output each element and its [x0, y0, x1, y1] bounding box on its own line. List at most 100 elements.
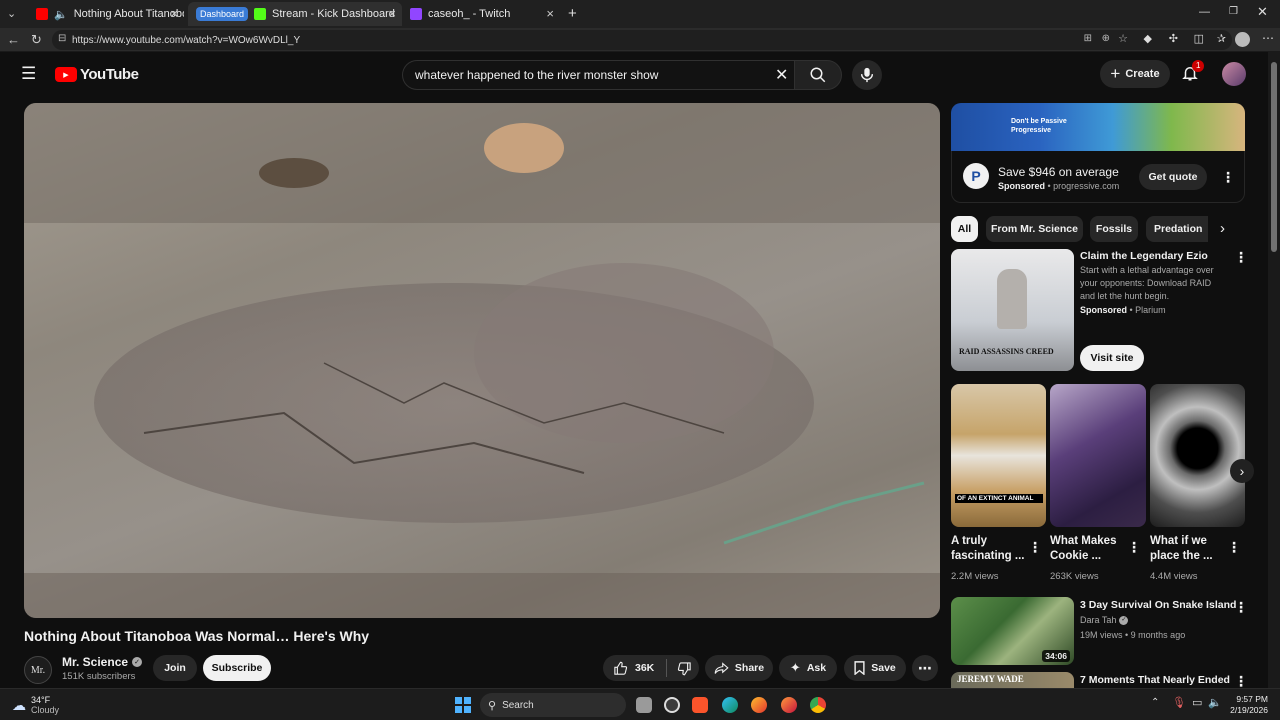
like-button[interactable]: 36K [613, 661, 654, 676]
clock[interactable]: 9:57 PM 2/19/2026 [1228, 694, 1268, 716]
sponsored-more-icon[interactable]: ⋮ [1234, 250, 1248, 264]
dislike-button[interactable] [677, 661, 692, 676]
scrollbar-thumb[interactable] [1271, 62, 1277, 252]
short-title[interactable]: What if we place the ... [1150, 534, 1222, 564]
short-title[interactable]: What Makes Cookie ... [1050, 534, 1124, 564]
recommended-more-icon[interactable]: ⋮ [1234, 600, 1248, 614]
edge-icon[interactable] [722, 697, 738, 713]
ad-headline[interactable]: Save $946 on average [998, 165, 1119, 179]
weather-widget[interactable]: ☁ 34°F Cloudy [12, 695, 59, 715]
firefox-private-icon[interactable] [781, 697, 797, 713]
short-thumbnail[interactable] [1050, 384, 1146, 527]
favorites-icon[interactable]: ✰ [1217, 32, 1226, 45]
tab-twitch[interactable]: caseoh_ - Twitch × [402, 2, 560, 26]
search-button[interactable] [794, 60, 842, 90]
recommended-title[interactable]: 3 Day Survival On Snake Island [1080, 598, 1236, 613]
zoom-icon[interactable]: ⊕ [1102, 33, 1110, 44]
recommended-thumbnail[interactable]: JEREMY WADE [951, 672, 1074, 688]
site-info-icon[interactable]: ⊟ [58, 33, 66, 44]
recommended-title[interactable]: 7 Moments That Nearly Ended [1080, 673, 1230, 688]
channel-name[interactable]: Mr. Science ✓ [62, 655, 143, 669]
ad-banner[interactable]: Don't be Passive Progressive [951, 103, 1245, 151]
short-thumbnail[interactable]: OF AN EXTINCT ANIMAL [951, 384, 1046, 527]
tab-list-chevron-icon[interactable]: ⌄ [7, 7, 16, 20]
minimize-icon[interactable]: — [1199, 6, 1210, 18]
volume-icon[interactable]: 🔈 [1208, 696, 1222, 709]
get-quote-label: Get quote [1148, 171, 1198, 183]
tab-youtube[interactable]: 🔈 Nothing About Titanoboa Wa × [28, 2, 184, 26]
short-title[interactable]: A truly fascinating ... [951, 534, 1027, 564]
extensions-puzzle-icon[interactable]: ✣ [1169, 32, 1178, 45]
shorts-next-button[interactable]: › [1230, 459, 1254, 483]
restore-icon[interactable]: ❐ [1229, 6, 1238, 17]
channel-avatar[interactable]: Mr. [24, 656, 52, 684]
short-more-icon[interactable]: ⋮ [1227, 540, 1241, 554]
recommended-thumbnail[interactable]: 34:06 [951, 597, 1074, 665]
profile-avatar-icon[interactable] [1235, 32, 1250, 47]
chip-label: Fossils [1095, 223, 1133, 235]
chips-next-chevron-icon[interactable]: › [1220, 220, 1225, 237]
close-tab-icon[interactable]: × [388, 6, 396, 21]
extension-diamond-icon[interactable]: ◆ [1144, 32, 1152, 45]
chrome-icon[interactable] [810, 697, 826, 713]
hamburger-menu-icon[interactable]: ☰ [21, 64, 36, 84]
ad-more-icon[interactable]: ⋮ [1221, 170, 1235, 184]
search-input[interactable]: whatever happened to the river monster s… [402, 60, 794, 90]
short-more-icon[interactable]: ⋮ [1127, 540, 1141, 554]
clear-search-icon[interactable]: ✕ [775, 65, 788, 85]
chip-all[interactable]: All [951, 216, 978, 242]
chip-label: From Mr. Science [991, 223, 1078, 235]
url-field[interactable]: ⊟ https://www.youtube.com/watch?v=WOw6Wv… [52, 30, 1232, 50]
sponsored-thumbnail[interactable]: RAID ASSASSINS CREED [951, 249, 1074, 371]
split-screen-icon[interactable]: ◫ [1194, 32, 1204, 45]
tab-group-label[interactable]: Dashboard [196, 7, 249, 21]
new-tab-icon[interactable]: + [568, 5, 577, 22]
start-windows-icon[interactable] [455, 697, 471, 713]
network-icon[interactable]: ▭ [1192, 696, 1202, 709]
reload-icon[interactable]: ↻ [31, 32, 42, 48]
short-more-icon[interactable]: ⋮ [1028, 540, 1042, 554]
short-thumbnail[interactable] [1150, 384, 1245, 527]
browser-menu-icon[interactable]: ⋯ [1262, 31, 1274, 45]
brave-icon[interactable] [692, 697, 708, 713]
share-button[interactable]: Share [705, 655, 773, 681]
notifications-button[interactable]: 1 [1181, 60, 1205, 84]
close-tab-icon[interactable]: × [170, 6, 178, 21]
sponsored-thumb-text: RAID ASSASSINS CREED [959, 347, 1054, 356]
taskbar-search-icon: ⚲ [488, 699, 497, 712]
create-button[interactable]: + Create [1100, 60, 1170, 88]
close-window-icon[interactable]: ✕ [1257, 4, 1268, 20]
save-button[interactable]: Save [844, 655, 906, 681]
taskbar-search-box[interactable]: ⚲ Search [480, 693, 626, 717]
visit-site-button[interactable]: Visit site [1080, 345, 1144, 371]
recommended-channel[interactable]: Dara Tah ✓ [1080, 614, 1129, 627]
microphone-tray-icon[interactable]: 🎙 [1172, 696, 1186, 709]
task-view-icon[interactable] [636, 697, 652, 713]
tab-title: caseoh_ - Twitch [428, 8, 511, 20]
more-actions-button[interactable]: ⋯ [912, 655, 938, 681]
install-app-icon[interactable]: ⊞ [1084, 33, 1092, 44]
cloud-icon: ☁ [12, 696, 26, 713]
firefox-icon[interactable] [751, 697, 767, 713]
chip-predation[interactable]: Predation [1146, 216, 1208, 242]
video-player[interactable] [24, 103, 940, 618]
chip-from-mr-science[interactable]: From Mr. Science [986, 216, 1083, 242]
page-scrollbar[interactable] [1268, 52, 1280, 688]
obs-icon[interactable] [664, 697, 680, 713]
back-icon[interactable]: ← [7, 32, 20, 47]
sponsored-description: Start with a lethal advantage over your … [1080, 265, 1214, 301]
close-tab-icon[interactable]: × [546, 6, 554, 21]
sponsored-title[interactable]: Claim the Legendary Ezio [1080, 249, 1208, 264]
account-avatar[interactable] [1222, 62, 1246, 86]
youtube-logo[interactable]: ▶ YouTube [55, 66, 139, 83]
subscribe-button[interactable]: Subscribe [203, 655, 271, 681]
chip-fossils[interactable]: Fossils [1090, 216, 1138, 242]
get-quote-button[interactable]: Get quote [1139, 164, 1207, 190]
join-button[interactable]: Join [153, 655, 197, 681]
ask-button[interactable]: ✦ Ask [779, 655, 837, 681]
favorite-star-icon[interactable]: ☆ [1118, 32, 1128, 45]
tab-kick-dashboard[interactable]: Dashboard Stream - Kick Dashboard × [188, 2, 402, 26]
recommended-more-icon[interactable]: ⋮ [1234, 674, 1248, 688]
tray-overflow-icon[interactable]: ⌃ [1151, 697, 1159, 708]
voice-search-button[interactable] [852, 60, 882, 90]
